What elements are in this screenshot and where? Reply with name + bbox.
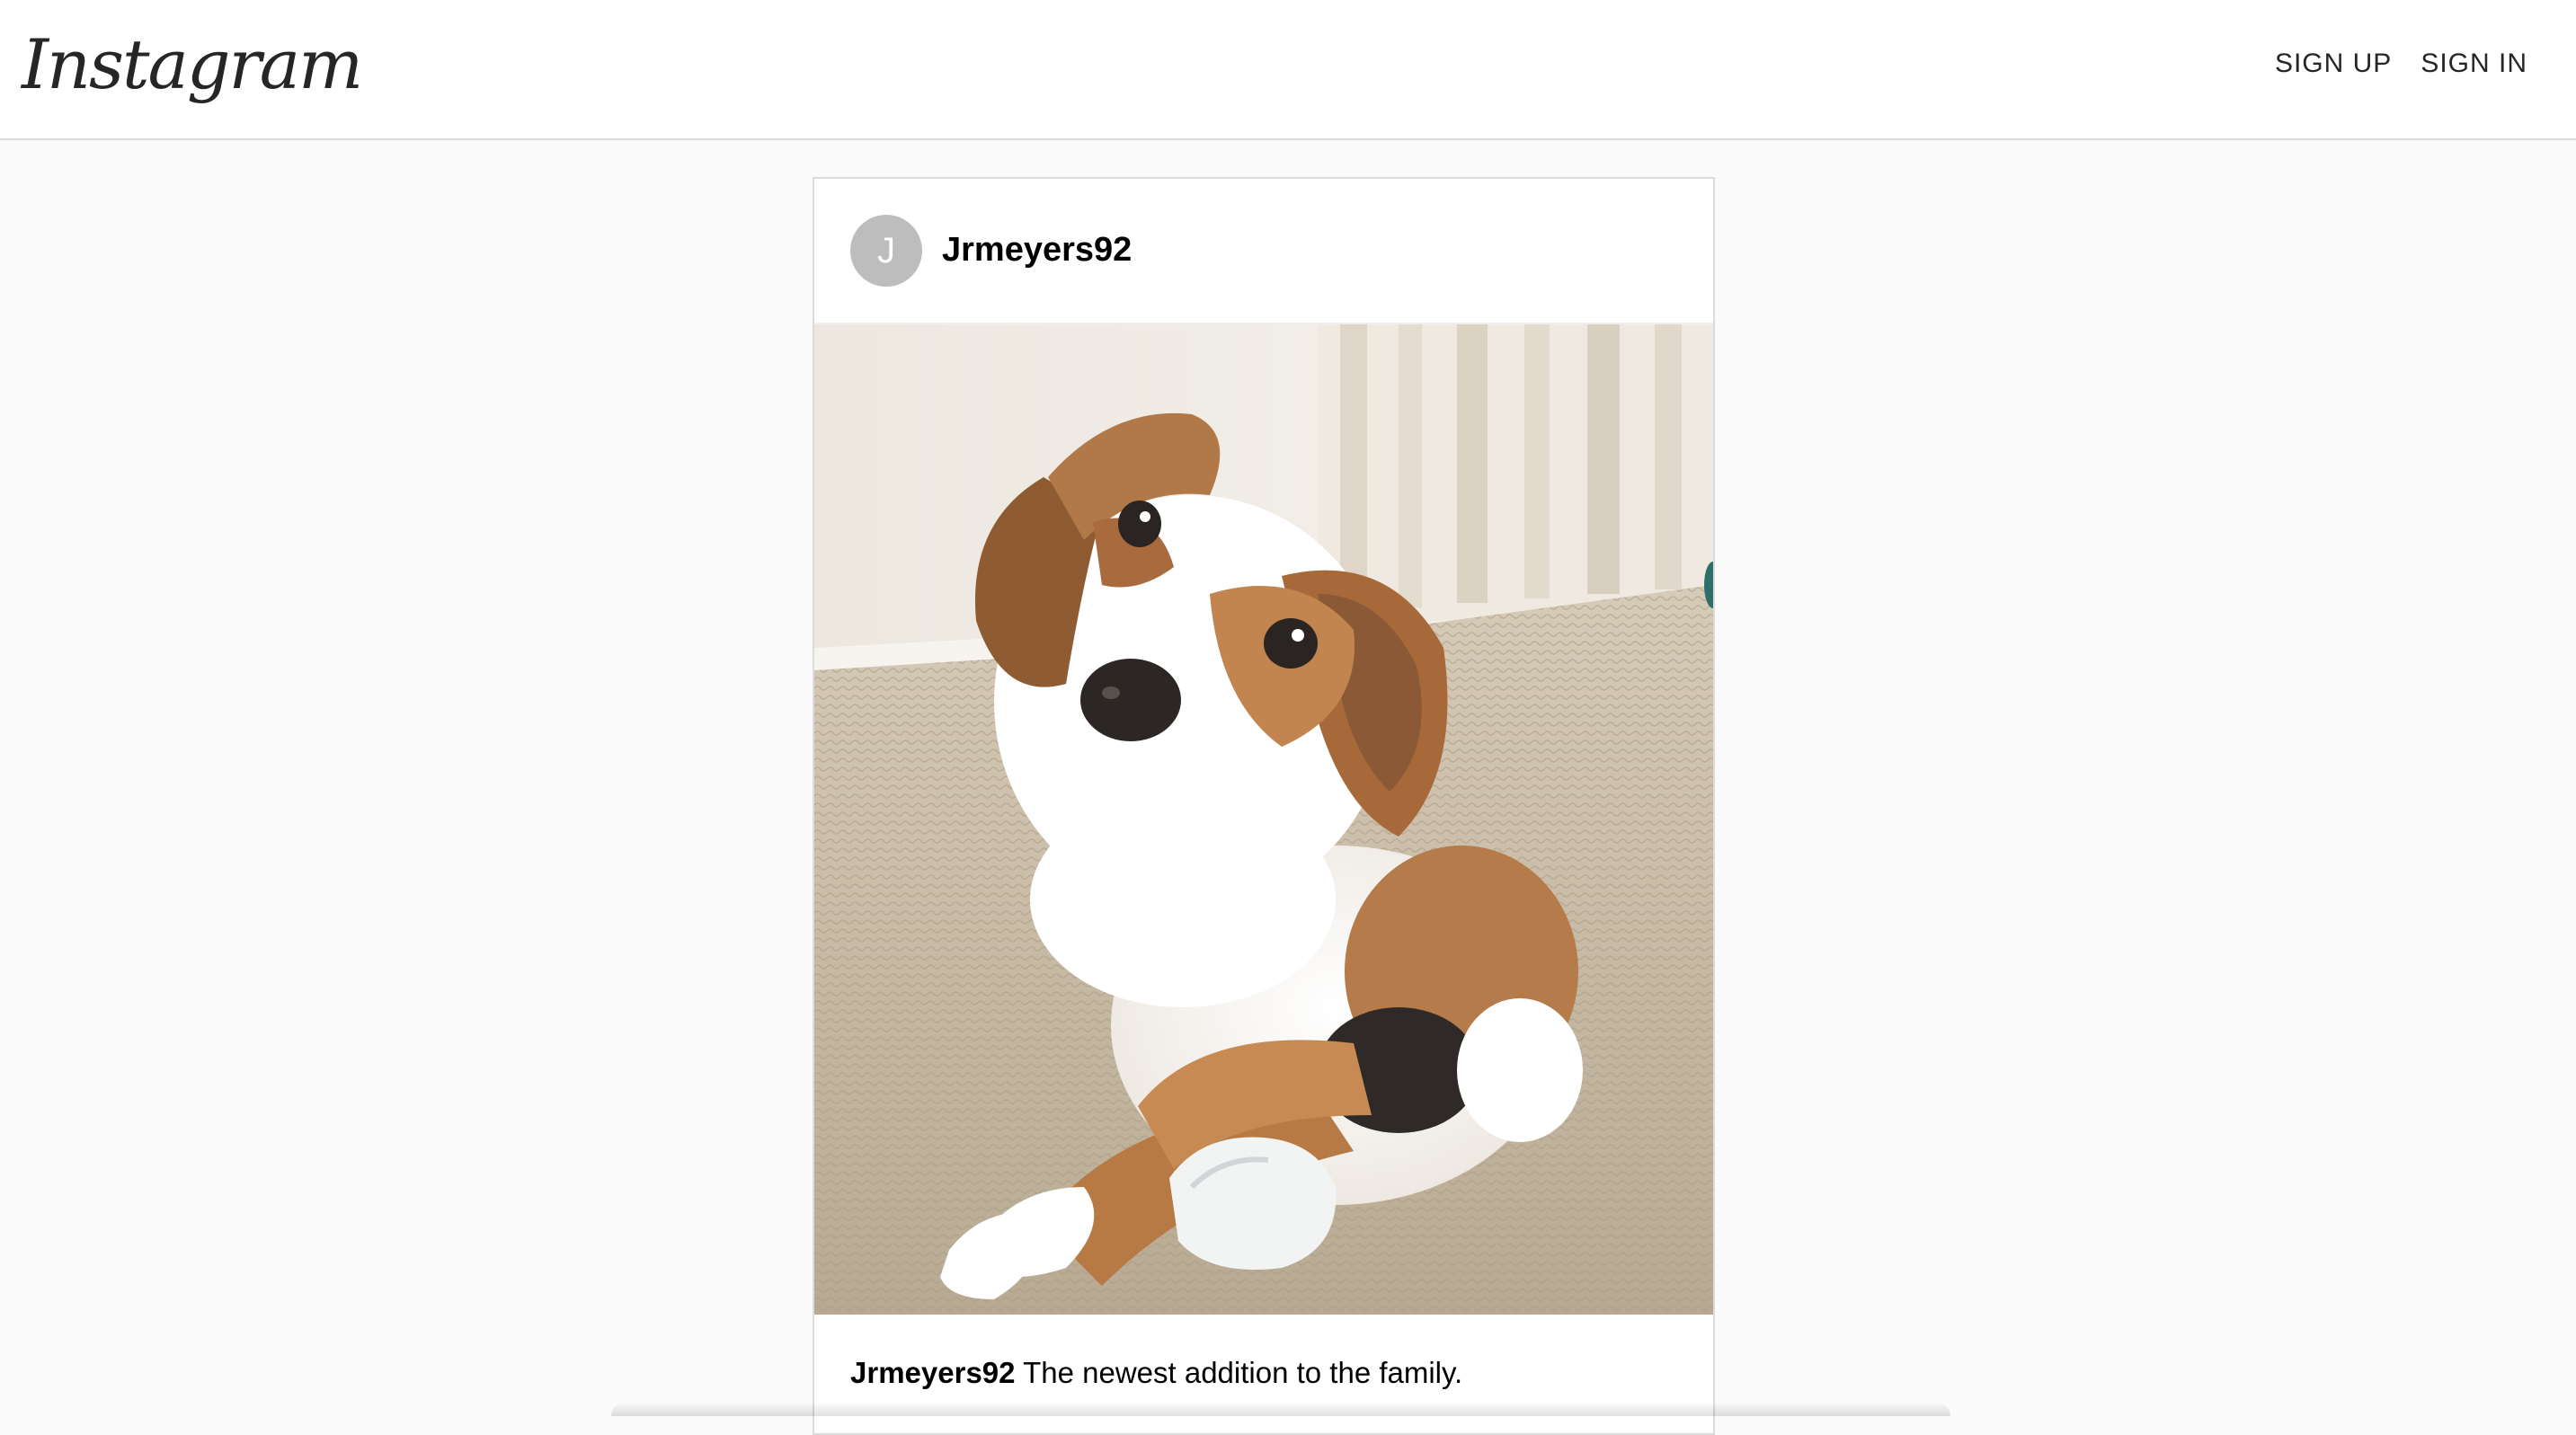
sign-up-link[interactable]: SIGN UP	[2275, 49, 2392, 79]
post-username[interactable]: Jrmeyers92	[942, 231, 1132, 270]
post-header: J Jrmeyers92	[814, 179, 1713, 324]
bottom-overlay-shadow	[611, 1402, 1950, 1416]
top-header: Instagram SIGN UP SIGN IN	[0, 0, 2576, 140]
avatar[interactable]: J	[850, 215, 922, 287]
post-card: J Jrmeyers92 Jrmeyers92 The newest addit…	[813, 177, 1715, 1435]
caption-text: The newest addition to the family.	[1023, 1356, 1463, 1389]
post-caption: Jrmeyers92 The newest addition to the fa…	[850, 1356, 1462, 1390]
caption-username[interactable]: Jrmeyers92	[850, 1356, 1016, 1389]
post-image[interactable]	[814, 324, 1713, 1315]
puppy-photo-illustration	[814, 324, 1713, 1315]
instagram-logo[interactable]: Instagram	[22, 20, 363, 110]
sign-in-link[interactable]: SIGN IN	[2421, 49, 2527, 79]
header-nav: SIGN UP SIGN IN	[2275, 49, 2527, 79]
